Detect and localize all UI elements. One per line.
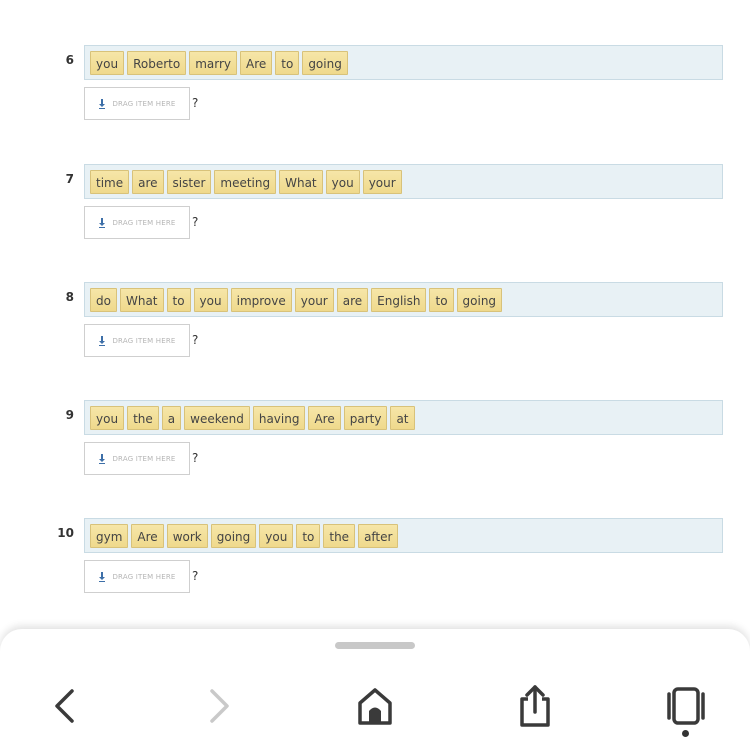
drop-zone-label: DRAG ITEM HERE (112, 454, 176, 463)
browser-bottom-bar (0, 629, 750, 750)
drop-zone-label: DRAG ITEM HERE (112, 336, 176, 345)
word-chip[interactable]: the (323, 523, 356, 548)
question-number: 10 (57, 526, 74, 540)
word-bank: you Roberto marry Are to going (84, 45, 723, 80)
word-chip[interactable]: you (90, 405, 125, 430)
word-chip[interactable]: going (210, 523, 257, 548)
word-bank: gym Are work going you to the after (84, 518, 723, 553)
share-icon (520, 685, 550, 727)
question-number: 9 (65, 408, 74, 422)
forward-arrow-icon (210, 689, 229, 723)
exercise-page: 6 you Roberto marry Are to going DRAG IT… (0, 0, 750, 750)
word-chip[interactable]: to (429, 287, 454, 312)
word-chip[interactable]: a (161, 405, 182, 430)
word-chip[interactable]: meeting (214, 169, 277, 194)
question-number: 8 (65, 290, 74, 304)
word-chip[interactable]: Are (240, 50, 273, 75)
word-chip[interactable]: sister (166, 169, 212, 194)
word-chip[interactable]: after (358, 523, 399, 548)
word-chip[interactable]: you (259, 523, 294, 548)
drop-zone[interactable]: DRAG ITEM HERE (84, 560, 190, 593)
word-chip[interactable]: improve (230, 287, 292, 312)
home-icon (358, 688, 392, 725)
word-chip[interactable]: are (336, 287, 369, 312)
drop-zone[interactable]: DRAG ITEM HERE (84, 324, 190, 357)
word-chip[interactable]: English (371, 287, 427, 312)
back-arrow-icon (55, 689, 74, 723)
drag-arrow-icon (99, 453, 106, 464)
word-chip[interactable]: you (325, 169, 360, 194)
sheet-drag-handle[interactable] (335, 642, 415, 649)
word-chip[interactable]: Are (308, 405, 341, 430)
question-mark: ? (192, 96, 199, 110)
question-number: 7 (65, 172, 74, 186)
drop-zone[interactable]: DRAG ITEM HERE (84, 206, 190, 239)
forward-button[interactable] (198, 684, 242, 728)
word-chip[interactable]: having (252, 405, 306, 430)
question-7: 7 time are sister meeting What you your … (0, 164, 750, 244)
word-bank: you the a weekend having Are party at (84, 400, 723, 435)
word-bank: time are sister meeting What you your (84, 164, 723, 199)
question-mark: ? (192, 215, 199, 229)
word-chip[interactable]: party (343, 405, 388, 430)
word-chip[interactable]: you (90, 50, 125, 75)
word-chip[interactable]: to (275, 50, 300, 75)
word-chip[interactable]: do (90, 287, 117, 312)
word-chip[interactable]: the (127, 405, 159, 430)
word-chip[interactable]: are (132, 169, 164, 194)
word-chip[interactable]: your (294, 287, 334, 312)
tabs-icon (667, 687, 705, 725)
share-button[interactable] (513, 684, 557, 728)
question-mark: ? (192, 569, 199, 583)
question-9: 9 you the a weekend having Are party at … (0, 400, 750, 480)
drop-zone-label: DRAG ITEM HERE (112, 572, 176, 581)
word-chip[interactable]: work (166, 523, 208, 548)
word-chip[interactable]: Roberto (127, 50, 187, 75)
word-chip[interactable]: What (119, 287, 164, 312)
word-chip[interactable]: going (456, 287, 503, 312)
tabs-indicator-dot (682, 730, 689, 737)
word-chip[interactable]: What (279, 169, 323, 194)
drag-arrow-icon (99, 98, 106, 109)
drop-zone-label: DRAG ITEM HERE (112, 218, 176, 227)
back-button[interactable] (42, 684, 86, 728)
question-8: 8 do What to you improve your are Englis… (0, 282, 750, 362)
word-chip[interactable]: going (302, 50, 348, 75)
question-number: 6 (65, 53, 74, 67)
word-chip[interactable]: you (193, 287, 228, 312)
drop-zone-label: DRAG ITEM HERE (112, 99, 176, 108)
home-button[interactable] (353, 684, 397, 728)
drop-zone[interactable]: DRAG ITEM HERE (84, 442, 190, 475)
drop-zone[interactable]: DRAG ITEM HERE (84, 87, 190, 120)
tabs-button[interactable] (664, 684, 708, 728)
word-chip[interactable]: marry (189, 50, 237, 75)
word-chip[interactable]: time (90, 169, 130, 194)
word-chip[interactable]: Are (131, 523, 164, 548)
question-6: 6 you Roberto marry Are to going DRAG IT… (0, 45, 750, 125)
word-chip[interactable]: weekend (184, 405, 250, 430)
word-chip[interactable]: to (296, 523, 321, 548)
drag-arrow-icon (99, 571, 106, 582)
question-mark: ? (192, 451, 199, 465)
word-bank: do What to you improve your are English … (84, 282, 723, 317)
word-chip[interactable]: gym (90, 523, 129, 548)
question-mark: ? (192, 333, 199, 347)
question-10: 10 gym Are work going you to the after D… (0, 518, 750, 598)
drag-arrow-icon (99, 335, 106, 346)
drag-arrow-icon (99, 217, 106, 228)
word-chip[interactable]: your (362, 169, 402, 194)
word-chip[interactable]: to (166, 287, 191, 312)
word-chip[interactable]: at (390, 405, 415, 430)
